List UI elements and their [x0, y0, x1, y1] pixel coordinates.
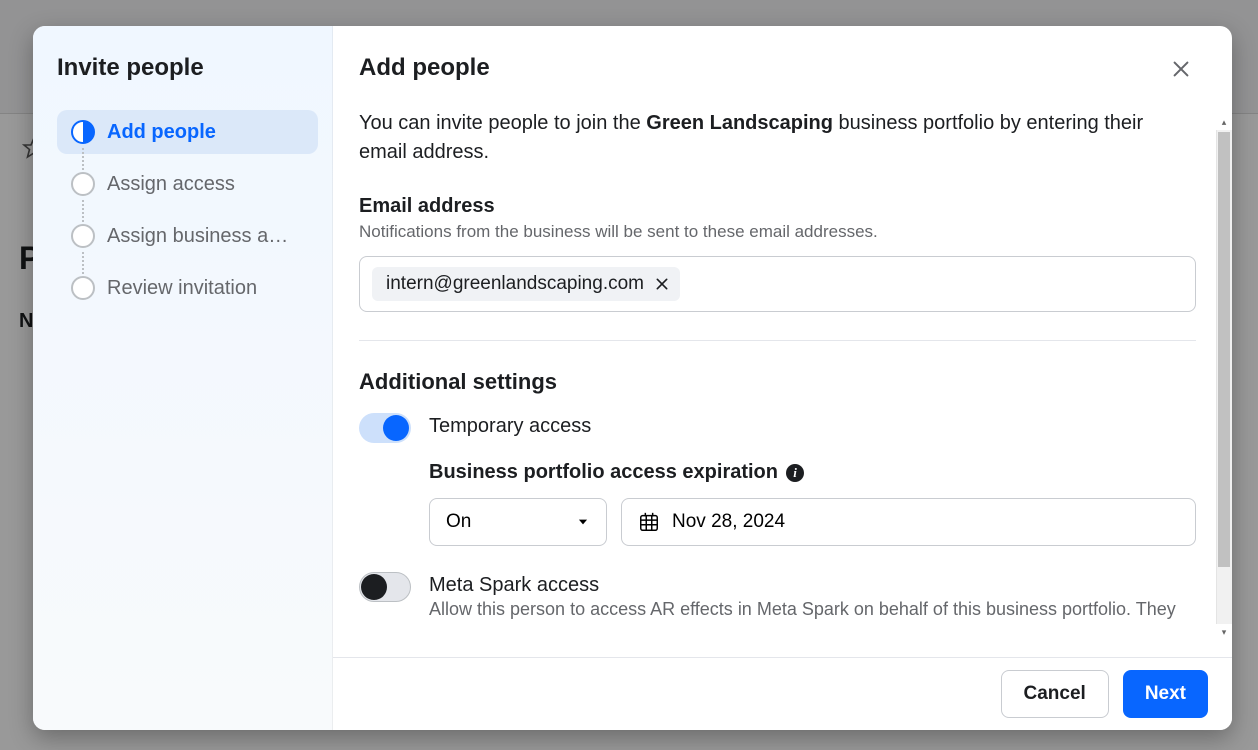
- main-title: Add people: [359, 54, 490, 82]
- sidebar-title: Invite people: [57, 54, 318, 82]
- temporary-access-label: Temporary access: [429, 415, 1196, 438]
- expiration-title-row: Business portfolio access expiration i: [429, 461, 1196, 484]
- step-assign-access[interactable]: Assign access: [57, 162, 318, 206]
- step-label: Assign business a…: [107, 225, 288, 248]
- scrollbar-thumb[interactable]: [1218, 132, 1230, 567]
- step-label: Review invitation: [107, 277, 257, 300]
- divider: [359, 340, 1196, 341]
- expiration-controls: On Nov 28, 2024: [429, 498, 1196, 546]
- business-name: Green Landscaping: [646, 112, 833, 134]
- email-label: Email address: [359, 195, 1196, 218]
- step-list: Add people Assign access Assign business…: [57, 110, 318, 310]
- next-button[interactable]: Next: [1123, 670, 1208, 718]
- chevron-down-icon: [576, 515, 590, 529]
- step-add-people[interactable]: Add people: [57, 110, 318, 154]
- step-indicator-icon: [71, 224, 95, 248]
- main-header: Add people: [359, 54, 1196, 89]
- close-icon: [1170, 58, 1192, 80]
- additional-settings-title: Additional settings: [359, 369, 1196, 395]
- step-assign-business[interactable]: Assign business a…: [57, 214, 318, 258]
- expiration-mode-select[interactable]: On: [429, 498, 607, 546]
- temporary-access-toggle[interactable]: [359, 413, 411, 443]
- modal-main: Add people You can invite people to join…: [333, 26, 1232, 730]
- scroll-down-arrow-icon[interactable]: ▾: [1216, 624, 1232, 640]
- invite-people-modal: Invite people Add people Assign access A…: [33, 26, 1232, 730]
- expiration-date-value: Nov 28, 2024: [672, 511, 785, 533]
- step-indicator-icon: [71, 276, 95, 300]
- email-chip-value: intern@greenlandscaping.com: [386, 273, 644, 295]
- meta-spark-label: Meta Spark access: [429, 574, 1196, 597]
- expiration-title: Business portfolio access expiration: [429, 461, 778, 484]
- scroll-up-arrow-icon[interactable]: ▴: [1216, 114, 1232, 130]
- cancel-button[interactable]: Cancel: [1001, 670, 1109, 718]
- toggle-knob: [383, 415, 409, 441]
- meta-spark-row: Meta Spark access Allow this person to a…: [359, 572, 1196, 622]
- main-description: You can invite people to join the Green …: [359, 109, 1196, 167]
- close-icon: [654, 276, 670, 292]
- setting-body: Meta Spark access Allow this person to a…: [429, 572, 1196, 622]
- main-scroll-area: Add people You can invite people to join…: [333, 26, 1232, 657]
- email-chip: intern@greenlandscaping.com: [372, 267, 680, 301]
- calendar-icon: [638, 511, 660, 533]
- expiration-mode-value: On: [446, 511, 471, 533]
- scrollbar-track[interactable]: ▴ ▾: [1216, 130, 1232, 624]
- email-sublabel: Notifications from the business will be …: [359, 222, 1196, 242]
- info-icon[interactable]: i: [786, 464, 804, 482]
- meta-spark-description: Allow this person to access AR effects i…: [429, 597, 1196, 622]
- step-review-invitation[interactable]: Review invitation: [57, 266, 318, 310]
- modal-sidebar: Invite people Add people Assign access A…: [33, 26, 333, 730]
- expiration-block: Business portfolio access expiration i O…: [429, 461, 1196, 546]
- step-indicator-icon: [71, 120, 95, 144]
- email-input[interactable]: intern@greenlandscaping.com: [359, 256, 1196, 312]
- meta-spark-toggle[interactable]: [359, 572, 411, 602]
- expiration-date-input[interactable]: Nov 28, 2024: [621, 498, 1196, 546]
- temporary-access-row: Temporary access: [359, 413, 1196, 443]
- close-button[interactable]: [1166, 54, 1196, 89]
- toggle-knob: [361, 574, 387, 600]
- remove-chip-button[interactable]: [654, 276, 670, 292]
- setting-body: Temporary access: [429, 413, 1196, 438]
- modal-footer: Cancel Next: [333, 657, 1232, 730]
- step-label: Assign access: [107, 173, 235, 196]
- step-label: Add people: [107, 121, 216, 144]
- step-indicator-icon: [71, 172, 95, 196]
